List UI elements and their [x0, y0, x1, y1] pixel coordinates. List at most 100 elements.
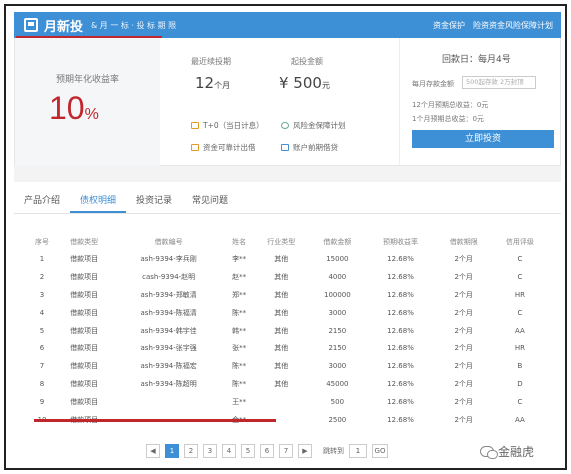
table-cell: 2500 — [328, 415, 347, 424]
page-button[interactable]: 7 — [279, 444, 293, 458]
table-cell: 2个月 — [454, 308, 473, 317]
page-button[interactable]: 3 — [203, 444, 217, 458]
table-cell: 其他 — [274, 308, 289, 317]
tab-product-intro[interactable]: 产品介绍 — [14, 188, 70, 213]
table-cell: 2个月 — [454, 344, 473, 353]
term-unit: 个月 — [214, 81, 231, 90]
tab-faq[interactable]: 常见问题 — [182, 188, 238, 213]
page-button[interactable]: 4 — [222, 444, 236, 458]
table-cell: 其他 — [274, 380, 289, 389]
term-value: 12个月 — [195, 74, 231, 92]
table-cell: 2个月 — [454, 415, 473, 424]
table-cell: 5 — [39, 326, 45, 335]
highlight-underline-table — [34, 419, 276, 422]
table-cell: 借款项目 — [70, 290, 99, 299]
table-cell: 张** — [232, 344, 247, 353]
feature-risk-fund: 风险金保障计划 — [281, 120, 346, 131]
table-cell: 借款项目 — [70, 398, 99, 407]
table-cell: 12.68% — [387, 308, 414, 317]
table-cell: 7 — [39, 362, 45, 371]
brand-title: 月新投 — [44, 19, 84, 35]
feature-account: 账户前期借贷 — [281, 142, 338, 153]
table-cell: 其他 — [274, 326, 289, 335]
table-cell: 500 — [330, 398, 345, 407]
rate-unit: % — [84, 106, 99, 123]
page-button[interactable]: 6 — [260, 444, 274, 458]
page-button[interactable]: 2 — [184, 444, 198, 458]
tab-invest-records[interactable]: 投资记录 — [126, 188, 182, 213]
table-cell: 12.68% — [387, 290, 414, 299]
table-cell: ash-9394-陈福清 — [140, 308, 197, 317]
table-cell: 借款项目 — [70, 344, 99, 353]
term-label: 最近续投期 — [191, 57, 231, 66]
page-button[interactable]: 1 — [165, 444, 179, 458]
invest-panel: 回款日：每月4号 每月存款金额 500起存款 2万封顶 12个月预期总收益：0元… — [399, 38, 559, 166]
table-cell: D — [517, 380, 523, 389]
page-button[interactable]: 5 — [241, 444, 255, 458]
table-cell: C — [517, 398, 523, 407]
table-cell: 陈** — [232, 308, 247, 317]
terms-panel: 最近续投期 12个月 起投金额 ¥ 500元 T+0（当日计息） 风险金保障计划… — [175, 38, 385, 166]
table-cell: 借款项目 — [70, 272, 99, 281]
table-cell: 3000 — [328, 308, 347, 317]
table-cell: B — [517, 362, 523, 371]
table-cell: 2个月 — [454, 254, 473, 263]
table-cell: 12.68% — [387, 344, 414, 353]
table-header-row: 序号 借款类型 借款编号 姓名 行业类型 借款金额 预期收益率 借款期限 信用评级 — [28, 234, 548, 250]
rate-panel: 预期年化收益率 10% — [15, 38, 160, 166]
goto-label: 跳转到 — [323, 447, 344, 455]
table-cell: 陈** — [232, 380, 247, 389]
column-header: 借款期限 — [449, 238, 478, 246]
watermark-text: 金融虎 — [498, 445, 535, 459]
table-cell: 12.68% — [387, 380, 414, 389]
product-icon — [24, 18, 38, 32]
summary-panel: 预期年化收益率 10% 最近续投期 12个月 起投金额 ¥ 500元 T+0（当… — [14, 38, 561, 166]
next-page-button[interactable]: ▶ — [298, 444, 312, 458]
table-cell: ash-9394-陈福宏 — [140, 362, 197, 371]
table-cell: 2个月 — [454, 290, 473, 299]
table-cell: C — [517, 308, 523, 317]
table-cell: HR — [514, 290, 525, 299]
prev-page-button[interactable]: ◀ — [146, 444, 160, 458]
table-cell: 12.68% — [387, 254, 414, 263]
top-bar: 月新投 & 月 一 标 · 投 标 期 限 资金保护 险资资金风险保障计划 — [14, 12, 561, 38]
table-row: 5 借款项目 ash-9394-韩宇佳 韩** 其他 2150 12.68% 2个月 AA — [28, 322, 548, 340]
column-header: 序号 — [35, 238, 50, 246]
repay-date: 回款日：每月4号 — [442, 55, 511, 65]
table-cell: 借款项目 — [70, 380, 99, 389]
table-cell: ash-9394-张宇强 — [140, 344, 197, 353]
monthly-amount-label: 每月存款金额 — [412, 80, 454, 88]
table-cell: 其他 — [274, 272, 289, 281]
table-body: 1 借款项目 ash-9394-李兵刚 李** 其他 15000 12.68% 2个月 C 2 借款… — [28, 250, 548, 429]
table-cell: 借款项目 — [70, 326, 99, 335]
table-cell: ash-9394-李兵刚 — [140, 254, 197, 263]
table-cell: 2个月 — [454, 326, 473, 335]
protect-link[interactable]: 资金保护 — [433, 20, 465, 31]
invest-now-button[interactable]: 立即投资 — [412, 130, 554, 148]
start-amount-label: 起投金额 — [291, 57, 323, 66]
tab-credit-detail[interactable]: 债权明细 — [70, 188, 127, 213]
table-cell: AA — [515, 415, 525, 424]
table-cell: 2个月 — [454, 380, 473, 389]
start-amount-unit: 元 — [321, 81, 330, 90]
table-row: 7 借款项目 ash-9394-陈福宏 陈** 其他 3000 12.68% 2个月 B — [28, 357, 548, 375]
shield-icon — [281, 122, 289, 129]
table-cell: AA — [515, 326, 525, 335]
rate-value: 10% — [49, 90, 99, 126]
monthly-amount-input[interactable]: 500起存款 2万封顶 — [462, 76, 536, 89]
table-cell: 郑** — [232, 290, 247, 299]
column-header: 姓名 — [232, 238, 247, 246]
table-cell: 赵** — [232, 272, 247, 281]
feature-t0: T+0（当日计息） — [191, 120, 264, 131]
rate-label: 预期年化收益率 — [55, 75, 119, 85]
top-links: 资金保护 险资资金风险保障计划 — [425, 20, 553, 31]
column-header: 借款金额 — [323, 238, 352, 246]
go-button[interactable]: GO — [372, 444, 388, 458]
insurance-link[interactable]: 险资资金风险保障计划 — [473, 20, 553, 31]
income-12-months: 12个月预期总收益：0元 — [412, 101, 489, 109]
table-row: 2 借款项目 cash-9394-赵明 赵** 其他 4000 12.68% 2个月 C — [28, 268, 548, 286]
goto-input[interactable]: 1 — [349, 444, 367, 458]
table-cell: 3000 — [328, 362, 347, 371]
table-cell: 其他 — [274, 290, 289, 299]
credit-table: 序号 借款类型 借款编号 姓名 行业类型 借款金额 预期收益率 借款期限 信用评级 1 借款项目 a… — [28, 234, 548, 429]
